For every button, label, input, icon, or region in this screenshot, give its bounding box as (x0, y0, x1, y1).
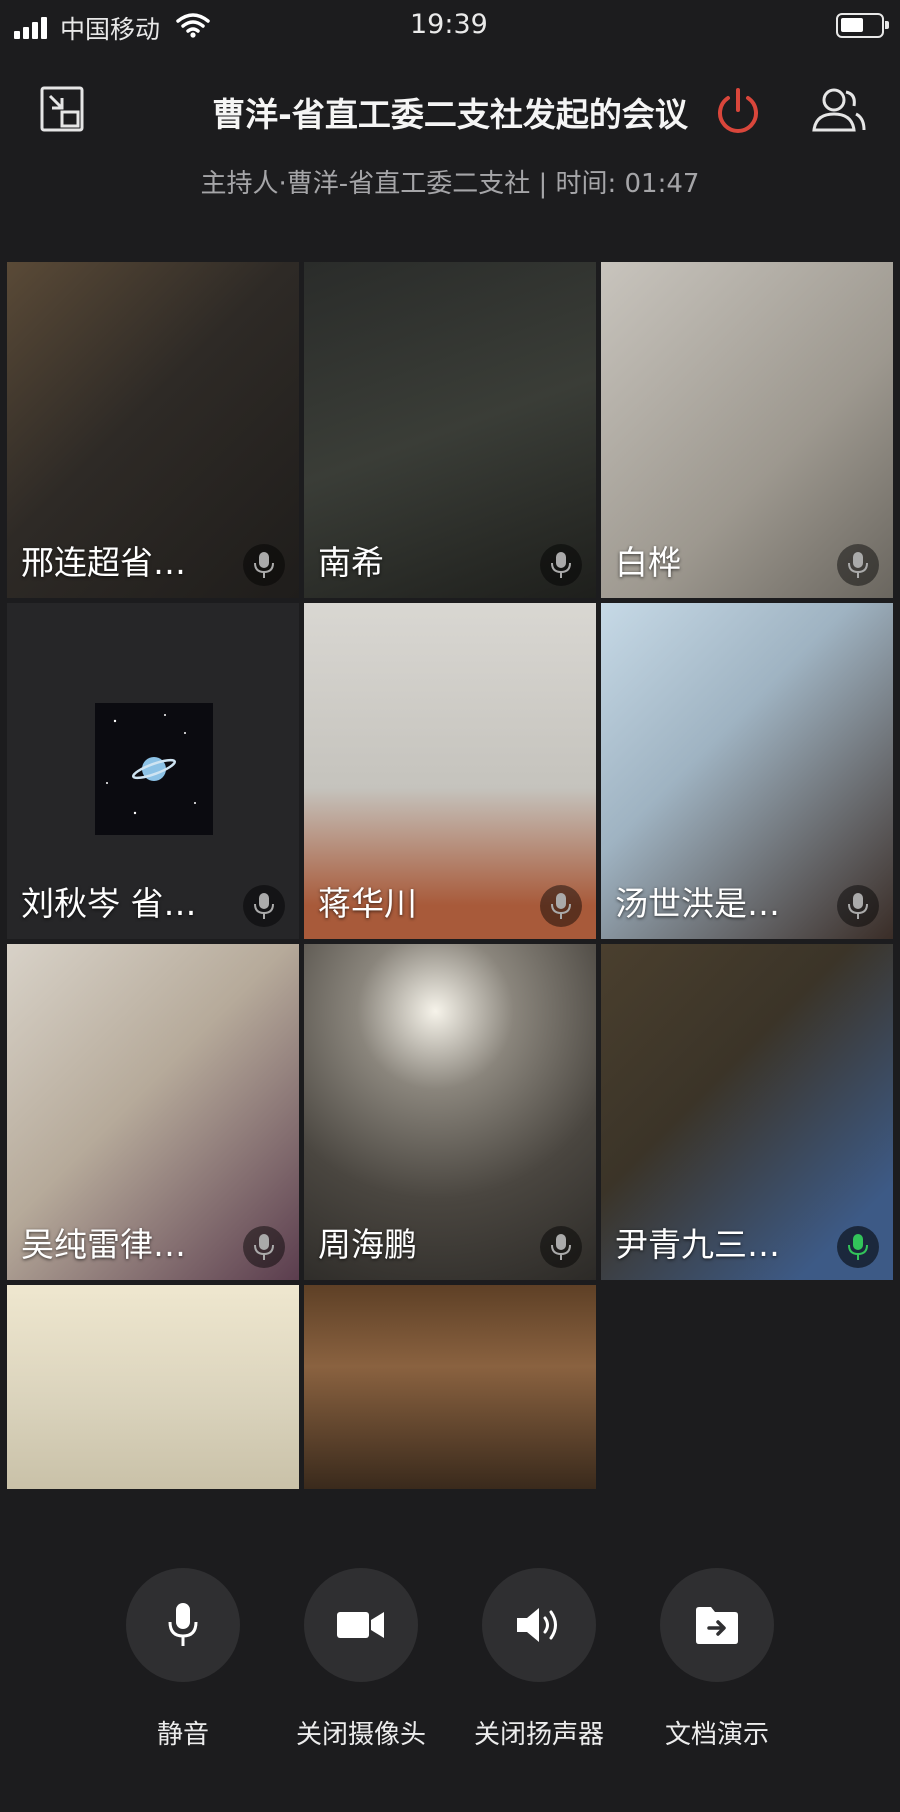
microphone-icon (837, 544, 879, 586)
meeting-host-and-duration: 主持人·曹洋-省直工委二支社 | 时间: 01:47 (200, 169, 700, 199)
speaker-off-button[interactable]: 关闭扬声器 (474, 1568, 604, 1750)
camera-off-label: 关闭摄像头 (295, 1720, 426, 1750)
participant-tile[interactable]: 邢连超省… (7, 262, 299, 598)
microphone-icon (540, 544, 582, 586)
mute-button[interactable]: 静音 (126, 1568, 240, 1750)
participant-tile[interactable]: 汤世洪是… (601, 603, 893, 939)
status-bar: 中国移动 19:39 (0, 0, 900, 52)
participant-name: 吴纯雷律… (21, 1225, 186, 1264)
speaker-icon (517, 1608, 557, 1642)
participant-tile[interactable] (304, 1285, 596, 1489)
participant-tile[interactable]: 周海鹏 (304, 944, 596, 1280)
speaker-off-button-circle[interactable] (482, 1568, 596, 1682)
microphone-icon (243, 544, 285, 586)
microphone-icon (243, 1226, 285, 1268)
avatar (95, 703, 213, 835)
camera-off-button-circle[interactable] (304, 1568, 418, 1682)
speaker-off-label: 关闭扬声器 (473, 1720, 604, 1750)
microphone-icon (168, 1603, 198, 1646)
participant-tile[interactable]: 南希 (304, 262, 596, 598)
participant-tile[interactable]: 刘秋岑 省… (7, 603, 299, 939)
microphone-active-icon (837, 1226, 879, 1268)
participant-name: 南希 (318, 543, 384, 582)
document-share-icon (696, 1607, 738, 1644)
participants-icon[interactable] (810, 86, 866, 134)
participant-name: 邢连超省… (21, 543, 186, 582)
participant-name: 蒋华川 (318, 884, 417, 923)
end-meeting-power-icon[interactable] (714, 86, 762, 134)
clock: 19:39 (410, 9, 488, 40)
camera-icon (337, 1612, 384, 1638)
signal-icon (14, 17, 54, 39)
participant-name: 汤世洪是… (615, 884, 780, 923)
microphone-icon (540, 1226, 582, 1268)
wifi-icon (176, 13, 210, 38)
participant-tile[interactable]: 吴纯雷律… (7, 944, 299, 1280)
meeting-title: 曹洋-省直工委二支社发起的会议 (212, 95, 688, 134)
document-share-button[interactable]: 文档演示 (660, 1568, 774, 1750)
microphone-icon (540, 885, 582, 927)
participant-tile[interactable] (7, 1285, 299, 1489)
microphone-icon (837, 885, 879, 927)
camera-off-button[interactable]: 关闭摄像头 (296, 1568, 426, 1750)
mute-label: 静音 (156, 1720, 209, 1750)
participant-tile[interactable]: 白桦 (601, 262, 893, 598)
participant-name: 刘秋岑 省… (21, 884, 197, 923)
participant-tile[interactable]: 尹青九三… (601, 944, 893, 1280)
document-share-button-circle[interactable] (660, 1568, 774, 1682)
battery-icon (836, 13, 889, 38)
document-share-label: 文档演示 (664, 1720, 769, 1750)
microphone-icon (243, 885, 285, 927)
participant-tile[interactable]: 蒋华川 (304, 603, 596, 939)
participant-name: 白桦 (615, 543, 681, 582)
mute-button-circle[interactable] (126, 1568, 240, 1682)
participant-name: 尹青九三… (615, 1225, 780, 1264)
carrier-name: 中国移动 (60, 15, 161, 44)
participant-name: 周海鹏 (318, 1225, 417, 1264)
